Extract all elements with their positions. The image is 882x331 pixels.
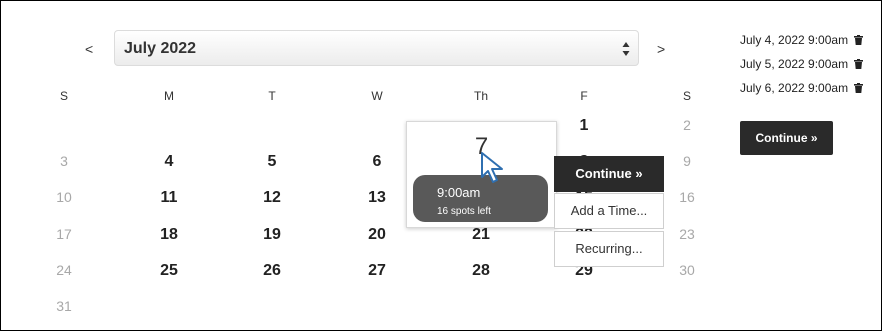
calendar-day[interactable]: 6 [347, 153, 407, 171]
scheduler-frame: < July 2022 > SMTWThFS123456891011121314… [0, 0, 882, 331]
trash-icon[interactable] [854, 59, 864, 69]
continue-button[interactable]: Continue » [740, 121, 833, 155]
calendar-day[interactable]: 26 [242, 262, 302, 280]
calendar-day[interactable]: 4 [139, 153, 199, 171]
selected-time-item: July 4, 2022 9:00am [740, 33, 864, 47]
weekday-header: S [59, 89, 68, 103]
calendar-day[interactable]: 20 [347, 226, 407, 244]
calendar-day: 30 [679, 262, 695, 278]
prev-month-button[interactable]: < [85, 31, 93, 67]
menu-continue-button[interactable]: Continue » [554, 156, 664, 192]
calendar-day[interactable]: 11 [139, 189, 199, 207]
calendar-day[interactable]: 13 [347, 189, 407, 207]
selected-time-item: July 6, 2022 9:00am [740, 81, 864, 95]
calendar-day[interactable]: 1 [554, 117, 614, 135]
selected-time-label: July 6, 2022 9:00am [740, 81, 849, 95]
weekday-header: M [164, 89, 174, 103]
calendar-day[interactable]: 27 [347, 262, 407, 280]
next-month-button[interactable]: > [657, 31, 665, 67]
slot-time: 9:00am [437, 185, 481, 200]
calendar-day: 9 [683, 153, 691, 169]
calendar-day[interactable]: 21 [451, 226, 511, 244]
calendar-day: 24 [56, 262, 72, 278]
weekday-header: W [371, 89, 383, 103]
selected-time-label: July 5, 2022 9:00am [740, 57, 849, 71]
calendar-day: 31 [56, 298, 72, 314]
menu-recurring-button[interactable]: Recurring... [554, 231, 664, 267]
calendar-day[interactable]: 25 [139, 262, 199, 280]
calendar-day[interactable]: 12 [242, 189, 302, 207]
calendar-day: 2 [683, 117, 691, 133]
calendar-day: 3 [60, 153, 68, 169]
slot-spots-left: 16 spots left [437, 206, 491, 217]
selected-time-label: July 4, 2022 9:00am [740, 33, 849, 47]
calendar-day: 10 [56, 189, 72, 205]
weekday-header: S [682, 89, 691, 103]
calendar-day: 16 [679, 189, 695, 205]
menu-add-time-button[interactable]: Add a Time... [554, 193, 664, 229]
trash-icon[interactable] [854, 35, 864, 45]
calendar-day: 17 [56, 226, 72, 242]
mouse-cursor-icon [481, 152, 503, 183]
calendar-day[interactable]: 5 [242, 153, 302, 171]
weekday-header: F [580, 89, 588, 103]
select-arrows-icon [622, 42, 630, 56]
calendar-day[interactable]: 18 [139, 226, 199, 244]
month-select-value: July 2022 [124, 40, 197, 57]
weekday-header: T [268, 89, 276, 103]
weekday-header: Th [473, 89, 488, 103]
calendar-day: 23 [679, 226, 695, 242]
calendar-day[interactable]: 28 [451, 262, 511, 280]
selected-time-item: July 5, 2022 9:00am [740, 57, 864, 71]
calendar-day[interactable]: 19 [242, 226, 302, 244]
month-select[interactable]: July 2022 [114, 30, 639, 66]
trash-icon[interactable] [854, 83, 864, 93]
